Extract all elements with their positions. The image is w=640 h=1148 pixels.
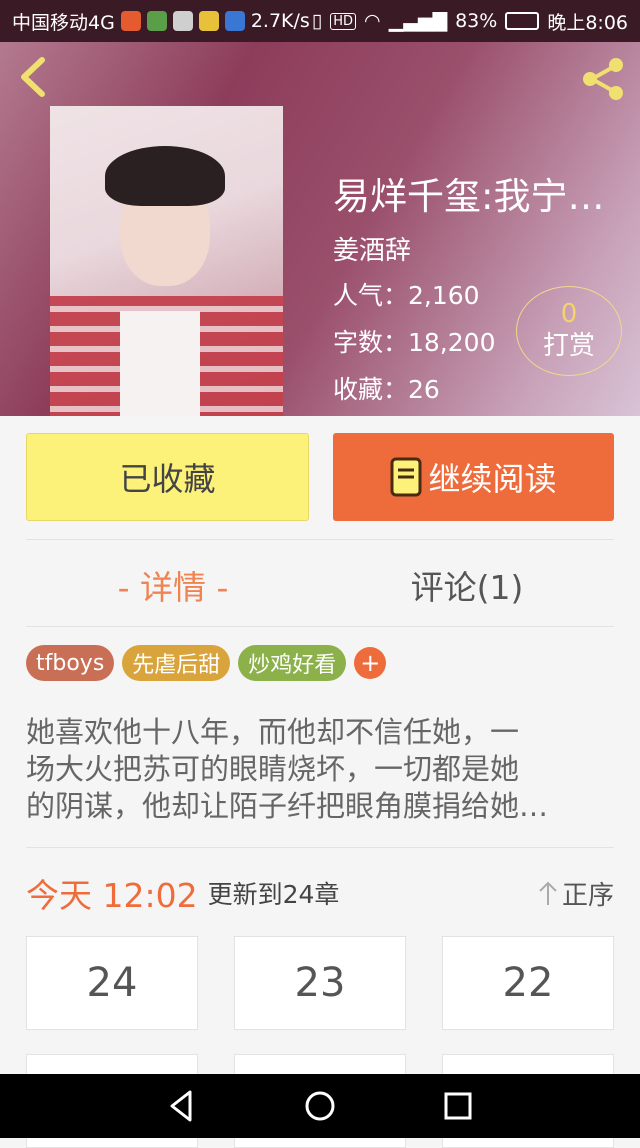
play-store-icon xyxy=(146,11,167,31)
wifi-icon: ◠ xyxy=(364,10,381,32)
nav-recents-icon[interactable] xyxy=(438,1086,478,1126)
cover-hair xyxy=(105,146,225,206)
continue-reading-label: 继续阅读 xyxy=(428,460,557,498)
vibrate-icon: ▯ xyxy=(311,10,323,32)
tab-bar: - 详情 - 评论(1) xyxy=(26,545,614,625)
book-header: 易烊千玺:我宁… 姜酒辞 人气：2,160 字数：18,200 收藏：26 0 … xyxy=(0,42,640,416)
divider xyxy=(26,847,614,848)
network-speed: 2.7K/s xyxy=(250,10,310,32)
add-tag-button[interactable]: + xyxy=(354,647,387,679)
book-title: 易烊千玺:我宁… xyxy=(333,175,605,218)
reward-button[interactable]: 0 打赏 xyxy=(516,286,622,376)
battery-icon xyxy=(505,12,540,30)
carrier-text: 中国移动4G xyxy=(12,11,115,34)
description-line: 她喜欢他十八年，而他却不信任她，一 xyxy=(26,715,520,749)
update-chapter: 更新到24章 xyxy=(207,880,340,909)
tab-details[interactable]: - 详情 - xyxy=(26,545,320,625)
chapter-button[interactable]: 24 xyxy=(26,936,198,1030)
arrow-up-icon xyxy=(539,881,557,905)
favorited-button[interactable]: 已收藏 xyxy=(26,433,309,521)
tag-item[interactable]: 炒鸡好看 xyxy=(238,645,347,681)
divider xyxy=(26,539,614,540)
nav-home-icon[interactable] xyxy=(300,1086,340,1126)
cover-collar xyxy=(120,311,200,416)
update-info: 今天 12:02 更新到24章 正序 xyxy=(26,866,614,920)
continue-reading-button[interactable]: 继续阅读 xyxy=(333,433,614,521)
clock: 晚上8:06 xyxy=(547,11,628,34)
book-cover[interactable] xyxy=(50,106,283,416)
hd-icon: HD xyxy=(330,12,357,30)
app-notification-icon xyxy=(120,11,141,31)
description-line: 的阴谋，他却让陌子纤把眼角膜捐给她… xyxy=(26,789,549,823)
wechat-icon xyxy=(172,11,193,31)
battery-text: 83% xyxy=(455,10,498,32)
book-author[interactable]: 姜酒辞 xyxy=(333,230,411,267)
tag-item[interactable]: 先虐后甜 xyxy=(122,645,231,681)
signal-icon: ▁▃▅▇ xyxy=(388,10,448,32)
tab-comments[interactable]: 评论(1) xyxy=(320,545,614,625)
description-line: 场大火把苏可的眼睛烧坏，一切都是她 xyxy=(26,752,520,786)
popularity-stat: 人气：2,160 xyxy=(333,281,480,310)
system-nav-bar xyxy=(0,1074,640,1138)
update-time: 今天 12:02 xyxy=(26,876,198,915)
favorites-stat: 收藏：26 xyxy=(333,375,440,404)
book-description[interactable]: 她喜欢他十八年，而他却不信任她，一 场大火把苏可的眼睛烧坏，一切都是她 的阴谋，… xyxy=(26,714,616,825)
nav-back-icon[interactable] xyxy=(162,1086,202,1126)
star-app-icon xyxy=(198,11,219,31)
chapter-button[interactable]: 22 xyxy=(442,936,614,1030)
sort-order-button[interactable]: 正序 xyxy=(538,875,614,912)
reward-label: 打赏 xyxy=(542,331,595,361)
reward-count: 0 xyxy=(560,299,578,329)
tag-item[interactable]: tfboys xyxy=(26,645,115,681)
share-icon[interactable] xyxy=(578,54,628,104)
sort-order-label: 正序 xyxy=(561,880,614,911)
action-buttons: 已收藏 继续阅读 xyxy=(26,433,614,521)
chapter-button[interactable]: 23 xyxy=(234,936,406,1030)
divider xyxy=(26,626,614,627)
status-bar: 中国移动4G 2.7K/s ▯ HD ◠ ▁▃▅▇ 83% 晚上8:06 xyxy=(0,0,640,42)
tag-list: tfboys 先虐后甜 炒鸡好看 + xyxy=(26,645,387,681)
baidu-icon xyxy=(224,11,245,31)
back-arrow-icon[interactable] xyxy=(14,54,54,100)
word-count-stat: 字数：18,200 xyxy=(333,328,496,357)
book-icon xyxy=(390,457,422,497)
